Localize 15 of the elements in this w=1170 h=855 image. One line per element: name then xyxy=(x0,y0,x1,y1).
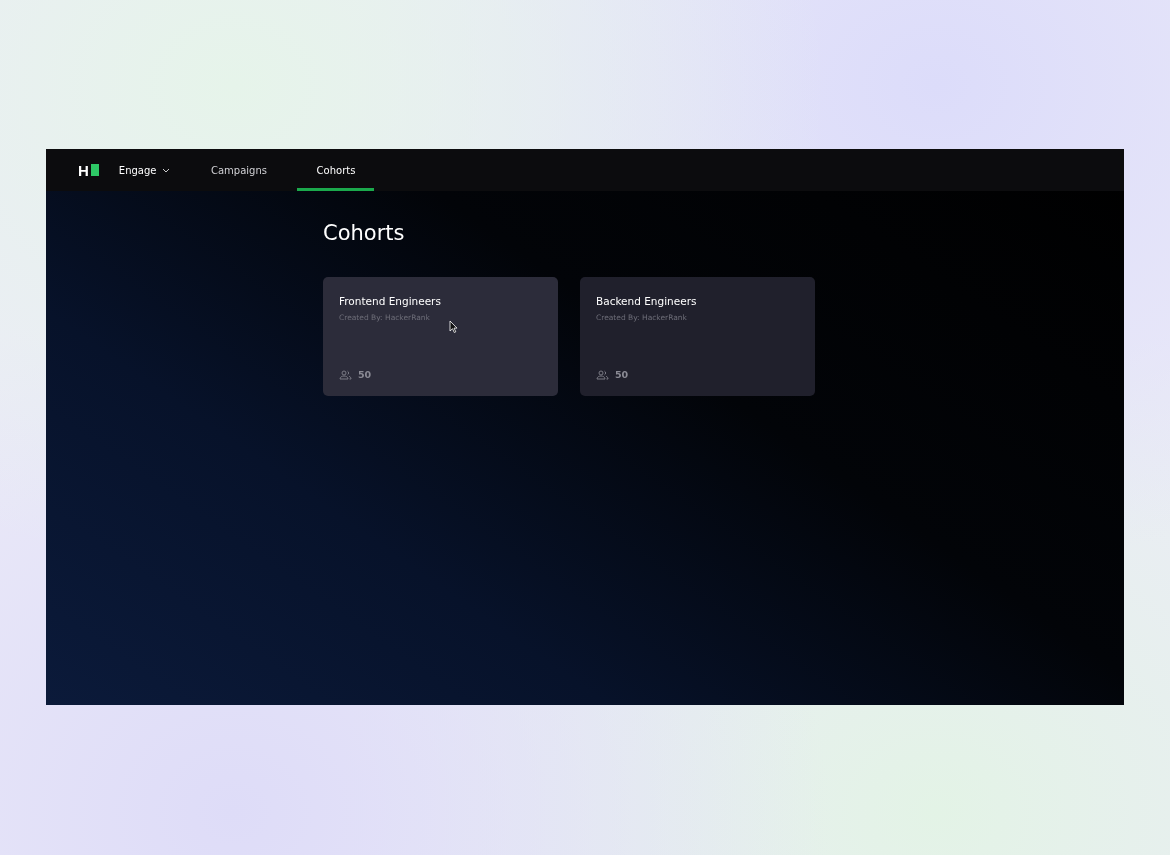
logo-square xyxy=(90,164,99,176)
product-menu[interactable]: Engage xyxy=(118,149,171,191)
nav-tab[interactable]: Cohorts xyxy=(297,149,375,191)
logo[interactable]: H xyxy=(78,149,99,191)
cohort-name: Frontend Engineers xyxy=(339,295,442,307)
nav-tab[interactable]: Campaigns xyxy=(200,149,278,191)
member-count: 50 xyxy=(615,369,629,380)
mouse-cursor-icon xyxy=(449,320,458,333)
cohort-name: Backend Engineers xyxy=(596,295,698,307)
users-icon xyxy=(339,369,352,380)
member-count: 50 xyxy=(358,369,372,380)
users-icon xyxy=(596,369,609,380)
chevron-down-icon xyxy=(162,167,171,173)
logo-letter: H xyxy=(78,161,89,179)
page-title: Cohorts xyxy=(323,221,406,245)
